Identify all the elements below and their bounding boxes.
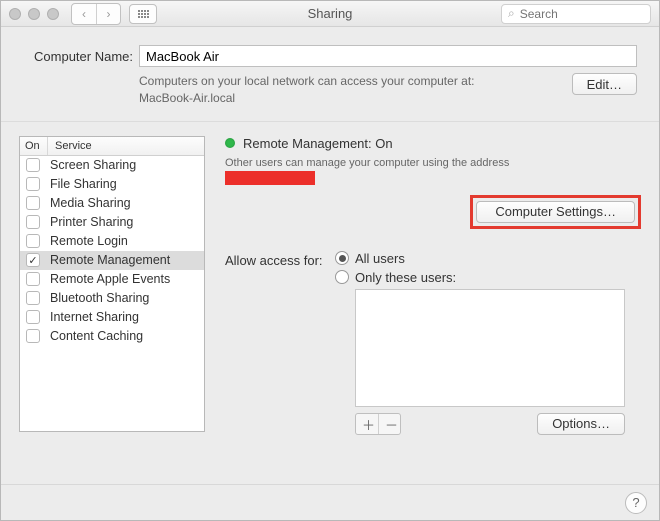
forward-button[interactable]: ›	[96, 4, 120, 24]
radio-all-label: All users	[355, 251, 405, 266]
minimize-icon[interactable]	[28, 8, 40, 20]
status-title: Remote Management: On	[243, 136, 393, 151]
window-controls	[9, 8, 59, 20]
service-row[interactable]: Media Sharing	[20, 194, 204, 213]
service-row[interactable]: File Sharing	[20, 175, 204, 194]
service-label: Screen Sharing	[50, 158, 136, 172]
service-row[interactable]: Internet Sharing	[20, 308, 204, 327]
service-label: Content Caching	[50, 329, 143, 343]
highlight-frame: Computer Settings…	[470, 195, 641, 229]
status-led-icon	[225, 138, 235, 148]
service-checkbox[interactable]	[26, 272, 40, 286]
allow-access-label: Allow access for:	[225, 251, 329, 435]
service-row[interactable]: Remote Management	[20, 251, 204, 270]
service-checkbox[interactable]	[26, 177, 40, 191]
redacted-address	[225, 171, 315, 185]
service-detail: Remote Management: On Other users can ma…	[225, 136, 641, 470]
search-input[interactable]	[518, 6, 644, 22]
service-row[interactable]: Printer Sharing	[20, 213, 204, 232]
users-listbox[interactable]	[355, 289, 625, 407]
radio-only-these[interactable]: Only these users:	[335, 270, 641, 285]
status-subtext: Other users can manage your computer usi…	[225, 157, 641, 169]
back-button[interactable]: ‹	[72, 4, 96, 24]
nav-back-forward: ‹ ›	[71, 3, 121, 25]
computer-settings-button[interactable]: Computer Settings…	[476, 201, 635, 223]
service-row[interactable]: Content Caching	[20, 327, 204, 346]
edit-hostname-button[interactable]: Edit…	[572, 73, 637, 95]
services-header: On Service	[20, 137, 204, 156]
help-button[interactable]: ?	[625, 492, 647, 514]
sharing-window: ‹ › Sharing ⌕ Computer Name: Computers o…	[0, 0, 660, 521]
footer: ?	[1, 484, 659, 520]
service-checkbox[interactable]	[26, 158, 40, 172]
service-checkbox[interactable]	[26, 291, 40, 305]
service-label: Remote Login	[50, 234, 128, 248]
service-label: Bluetooth Sharing	[50, 291, 149, 305]
service-label: Media Sharing	[50, 196, 131, 210]
service-checkbox[interactable]	[26, 310, 40, 324]
service-checkbox[interactable]	[26, 234, 40, 248]
radio-these-label: Only these users:	[355, 270, 456, 285]
service-label: Remote Apple Events	[50, 272, 170, 286]
service-label: File Sharing	[50, 177, 117, 191]
column-on: On	[20, 137, 48, 155]
titlebar: ‹ › Sharing ⌕	[1, 1, 659, 27]
computer-name-label: Computer Name:	[23, 49, 133, 64]
service-label: Internet Sharing	[50, 310, 139, 324]
remove-user-button[interactable]: －	[378, 414, 400, 434]
toolbar-search[interactable]: ⌕	[501, 4, 651, 24]
radio-icon	[335, 251, 349, 265]
services-table: On Service Screen Sharing File Sharing Med…	[19, 136, 205, 432]
service-row[interactable]: Screen Sharing	[20, 156, 204, 175]
service-label: Remote Management	[50, 253, 170, 267]
service-checkbox[interactable]	[26, 215, 40, 229]
allow-access-section: Allow access for: All users Only these u…	[225, 251, 641, 435]
search-icon: ⌕	[508, 6, 515, 21]
computer-name-section: Computer Name: Computers on your local n…	[1, 27, 659, 122]
radio-icon	[335, 270, 349, 284]
close-icon[interactable]	[9, 8, 21, 20]
service-row[interactable]: Remote Login	[20, 232, 204, 251]
show-all-button[interactable]	[129, 4, 157, 24]
service-checkbox[interactable]	[26, 196, 40, 210]
zoom-icon[interactable]	[47, 8, 59, 20]
service-row[interactable]: Bluetooth Sharing	[20, 289, 204, 308]
service-checkbox[interactable]	[26, 253, 40, 267]
options-button[interactable]: Options…	[537, 413, 625, 435]
add-user-button[interactable]: ＋	[356, 414, 378, 434]
service-label: Printer Sharing	[50, 215, 133, 229]
add-remove-group: ＋ －	[355, 413, 401, 435]
service-row[interactable]: Remote Apple Events	[20, 270, 204, 289]
computer-name-input[interactable]	[139, 45, 637, 67]
column-service: Service	[48, 137, 204, 155]
radio-all-users[interactable]: All users	[335, 251, 641, 266]
main-area: On Service Screen Sharing File Sharing Med…	[1, 122, 659, 484]
grid-icon	[138, 10, 149, 18]
hostname-hint: Computers on your local network can acce…	[139, 73, 572, 107]
service-checkbox[interactable]	[26, 329, 40, 343]
